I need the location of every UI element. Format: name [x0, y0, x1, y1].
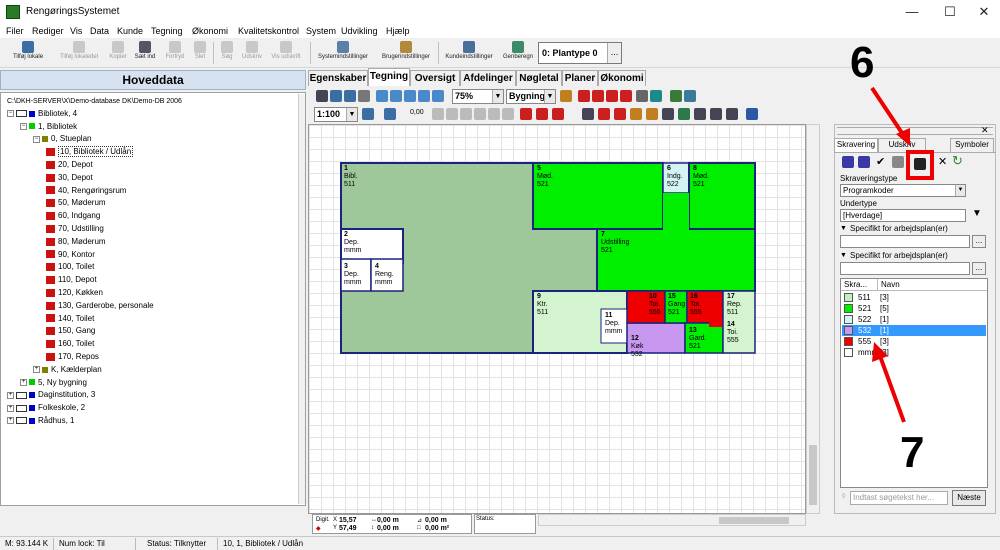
annotation-step-7: 7	[900, 428, 925, 477]
arrow-7-head	[872, 342, 888, 362]
arrow-6-line	[870, 86, 906, 138]
annotation-step-6: 6	[850, 38, 875, 87]
arrow-7-line	[878, 355, 906, 423]
